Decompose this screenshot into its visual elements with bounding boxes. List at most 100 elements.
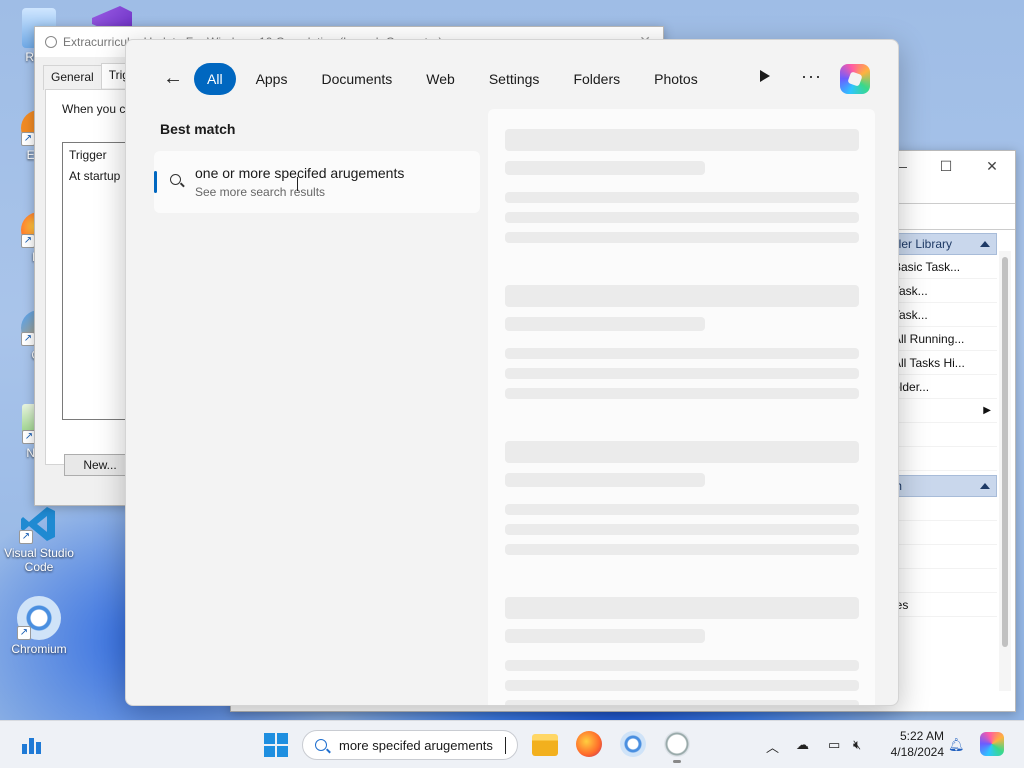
shortcut-arrow-icon: ↗ bbox=[19, 530, 33, 544]
file-explorer-icon[interactable] bbox=[532, 734, 558, 756]
filter-folders[interactable]: Folders bbox=[559, 63, 634, 95]
action-item[interactable]: Task... bbox=[889, 303, 997, 327]
display-icon[interactable]: ▭ bbox=[828, 737, 840, 753]
text-cursor-icon bbox=[297, 177, 298, 191]
action-item[interactable] bbox=[889, 497, 997, 521]
task-scheduler-icon[interactable] bbox=[664, 731, 690, 757]
filter-all[interactable]: All bbox=[194, 63, 236, 95]
loading-placeholder bbox=[505, 368, 859, 379]
action-item[interactable]: . bbox=[889, 569, 997, 593]
collapse-icon[interactable] bbox=[980, 241, 990, 247]
loading-placeholder bbox=[505, 441, 859, 463]
action-item-view[interactable]: ▶ bbox=[889, 399, 997, 423]
vscode-icon: ↗ bbox=[19, 504, 59, 544]
shortcut-arrow-icon: ↗ bbox=[21, 332, 35, 346]
loading-placeholder bbox=[505, 544, 859, 555]
best-match-heading: Best match bbox=[160, 121, 236, 137]
play-icon[interactable] bbox=[760, 70, 770, 82]
search-flyout: ← All Apps Documents Web Settings Folder… bbox=[125, 39, 899, 706]
copilot-icon[interactable] bbox=[840, 64, 870, 94]
collapse-icon[interactable] bbox=[980, 483, 990, 489]
close-icon[interactable]: ✕ bbox=[969, 151, 1015, 181]
action-item[interactable] bbox=[889, 423, 997, 447]
loading-placeholder bbox=[505, 192, 859, 203]
loading-placeholder bbox=[505, 473, 705, 487]
clock-time: 5:22 AM bbox=[899, 729, 944, 743]
triggers-description: When you cr bbox=[62, 102, 130, 116]
search-icon bbox=[315, 739, 327, 751]
submenu-arrow-icon: ▶ bbox=[983, 405, 991, 416]
action-item[interactable] bbox=[889, 521, 997, 545]
filter-photos[interactable]: Photos bbox=[640, 63, 712, 95]
active-app-indicator bbox=[673, 760, 681, 763]
filter-apps[interactable]: Apps bbox=[242, 63, 302, 95]
best-match-result[interactable]: one or more specifed arugements See more… bbox=[154, 151, 480, 213]
desktop-icon-label: Chromium bbox=[11, 642, 67, 656]
desktop-icon-chromium[interactable]: ↗ Chromium bbox=[0, 596, 78, 656]
desktop: Recy ↗ Ever ↗ Fir ↗ Git ↗ Note ↗ Visual … bbox=[0, 0, 1024, 720]
selection-indicator bbox=[154, 171, 157, 193]
clock-icon bbox=[45, 36, 57, 48]
properties-tabs: General Trig bbox=[43, 63, 137, 90]
loading-placeholder bbox=[505, 680, 859, 691]
loading-placeholder bbox=[505, 524, 859, 535]
loading-placeholder bbox=[505, 597, 859, 619]
action-item[interactable] bbox=[889, 447, 997, 471]
action-item[interactable]: All Running... bbox=[889, 327, 997, 351]
more-options-icon[interactable]: ··· bbox=[801, 66, 822, 86]
shortcut-arrow-icon: ↗ bbox=[17, 626, 31, 640]
loading-placeholder bbox=[505, 129, 859, 151]
actions-section-header[interactable]: m bbox=[889, 475, 997, 497]
onedrive-offline-icon[interactable]: ☁ bbox=[796, 737, 809, 753]
desktop-icon-label: Visual Studio Code bbox=[4, 546, 74, 574]
actions-pane: uler Library Basic Task... Task... Task.… bbox=[889, 233, 997, 693]
taskbar-clock[interactable]: 5:22 AM 4/18/2024 bbox=[880, 728, 944, 760]
desktop-icon-vscode[interactable]: ↗ Visual Studio Code bbox=[0, 504, 78, 574]
loading-placeholder bbox=[505, 660, 859, 671]
loading-placeholder bbox=[505, 161, 705, 175]
firefox-icon[interactable] bbox=[576, 731, 602, 757]
actions-section-header[interactable]: uler Library bbox=[889, 233, 997, 255]
volume-muted-icon[interactable]: 🔇︎ bbox=[853, 737, 861, 753]
clock-date: 4/18/2024 bbox=[890, 745, 944, 759]
action-item[interactable]: older... bbox=[889, 375, 997, 399]
notification-bell-icon[interactable]: 🔔︎ bbox=[948, 737, 965, 753]
loading-placeholder bbox=[505, 212, 859, 223]
chevron-up-icon[interactable]: ︿ bbox=[766, 737, 779, 756]
actions-scrollbar[interactable] bbox=[999, 251, 1011, 691]
action-item[interactable]: Task... bbox=[889, 279, 997, 303]
loading-placeholder bbox=[505, 504, 859, 515]
taskbar-search-input[interactable]: more specifed arugements bbox=[339, 738, 493, 753]
widgets-icon[interactable] bbox=[20, 733, 44, 757]
filter-settings[interactable]: Settings bbox=[475, 63, 554, 95]
loading-placeholder bbox=[505, 348, 859, 359]
action-item[interactable] bbox=[889, 545, 997, 569]
maximize-icon[interactable]: ☐ bbox=[923, 151, 969, 181]
chromium-icon: ↗ bbox=[17, 596, 61, 640]
action-item[interactable]: Basic Task... bbox=[889, 255, 997, 279]
loading-placeholder bbox=[505, 629, 705, 643]
filter-chips: All Apps Documents Web Settings Folders … bbox=[194, 62, 718, 96]
loading-placeholder bbox=[505, 317, 705, 331]
tab-general[interactable]: General bbox=[43, 65, 102, 90]
loading-placeholder bbox=[505, 700, 859, 705]
best-match-subtitle: See more search results bbox=[195, 185, 326, 199]
section-title: uler Library bbox=[892, 237, 953, 251]
back-arrow-icon[interactable]: ← bbox=[160, 66, 186, 92]
filter-documents[interactable]: Documents bbox=[307, 63, 406, 95]
copilot-preview-icon[interactable] bbox=[980, 732, 1004, 756]
action-item[interactable]: ies bbox=[889, 593, 997, 617]
loading-placeholder bbox=[505, 285, 859, 307]
best-match-title: one or more specifed arugements bbox=[195, 165, 405, 181]
scrollbar-thumb[interactable] bbox=[1002, 257, 1008, 647]
start-button[interactable] bbox=[264, 733, 288, 757]
loading-placeholder bbox=[505, 388, 859, 399]
taskbar-search-box[interactable]: more specifed arugements bbox=[302, 730, 518, 760]
search-icon bbox=[170, 174, 181, 185]
search-filter-bar: ← All Apps Documents Web Settings Folder… bbox=[126, 62, 898, 96]
shortcut-arrow-icon: ↗ bbox=[21, 132, 35, 146]
filter-web[interactable]: Web bbox=[412, 63, 469, 95]
loading-placeholder bbox=[505, 232, 859, 243]
chromium-icon[interactable] bbox=[620, 731, 646, 757]
action-item[interactable]: All Tasks Hi... bbox=[889, 351, 997, 375]
